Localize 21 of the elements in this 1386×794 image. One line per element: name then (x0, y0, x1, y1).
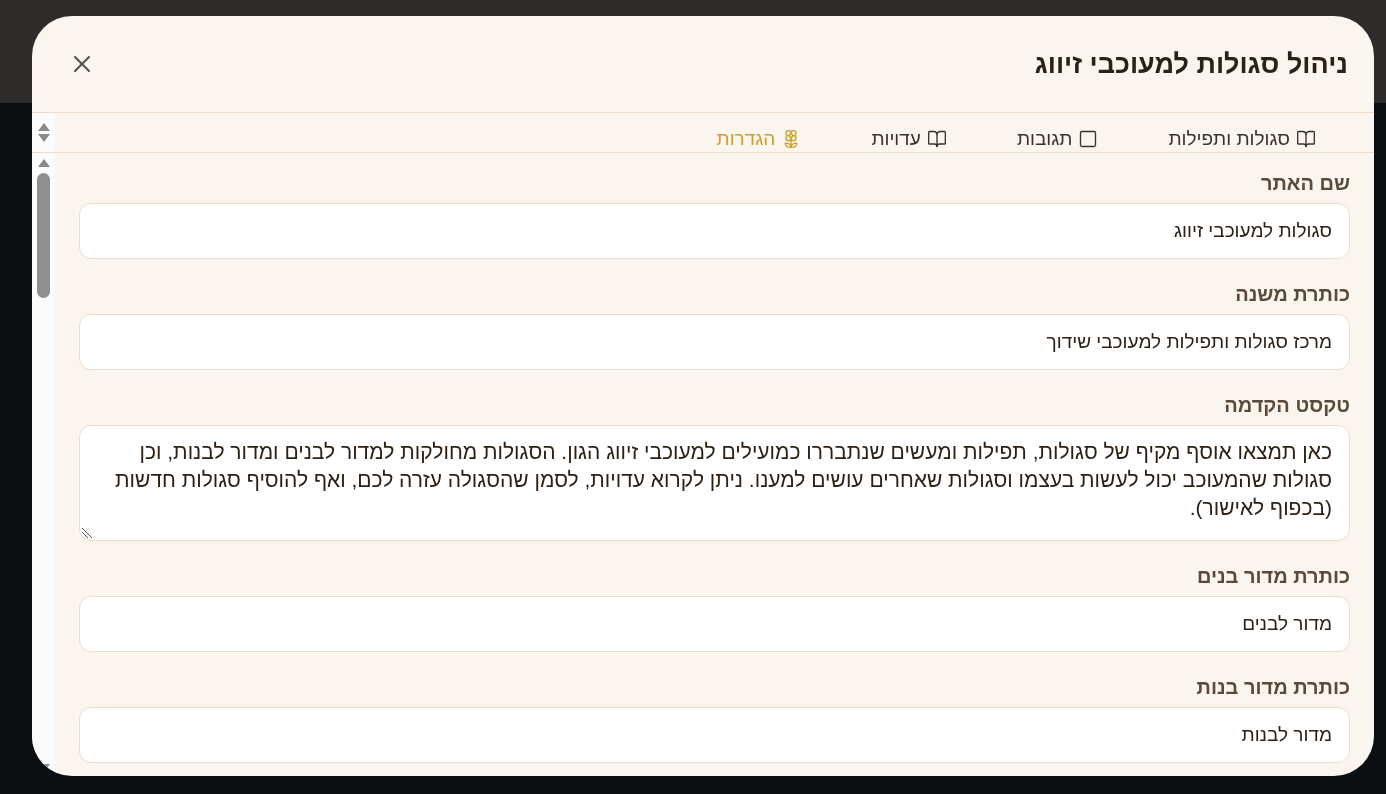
resize-handle-icon[interactable] (82, 528, 92, 538)
tab-icon (1078, 128, 1099, 149)
tab[interactable]: עדויות (871, 113, 947, 152)
field-label: שם האתר (1259, 171, 1350, 195)
input-field[interactable]: מרכז סגולות ותפילות למעוכבי שידוך (79, 314, 1350, 370)
dialog-title: ניהול סגולות למעוכבי זיווג (1034, 47, 1348, 81)
input-field[interactable]: מדור לבנות (79, 707, 1350, 763)
input-field[interactable]: סגולות למעוכבי זיווג (79, 203, 1350, 259)
tab-icon (1296, 128, 1316, 149)
field-label: כותרת משנה (1234, 282, 1350, 306)
scrollbar-thumb[interactable] (37, 173, 50, 298)
tab[interactable]: סגולות ותפילות (1168, 113, 1316, 152)
tab[interactable]: תגובות (1016, 113, 1099, 152)
field-label: כותרת מדור בנות (1195, 675, 1350, 699)
input-field[interactable]: מדור לבנים (79, 596, 1350, 652)
tab-icon (926, 128, 947, 149)
scroll-up-icon[interactable] (37, 123, 50, 131)
textarea-field[interactable]: כאן תמצאו אוסף מקיף של סגולות, תפילות ומעשים שנתבררו כמועילים למעוכבי זיווג הגון. הסגולות מחולקות למדור לבנים ומדור לבנות, וכן סגולות שהמעוכב יכול לעשות בעצמו וסגולות שאחרים עושים למענו. ניתן לקרוא עדויות, לסמן שהסגולה עזרה לכם, ואף להוסיף סגולות חדשות (בכפוף לאישור). (79, 425, 1350, 541)
field-label: טקסט הקדמה (1223, 393, 1350, 417)
scroll-up-icon[interactable] (37, 159, 50, 167)
field-label: כותרת מדור בנים (1195, 564, 1350, 588)
